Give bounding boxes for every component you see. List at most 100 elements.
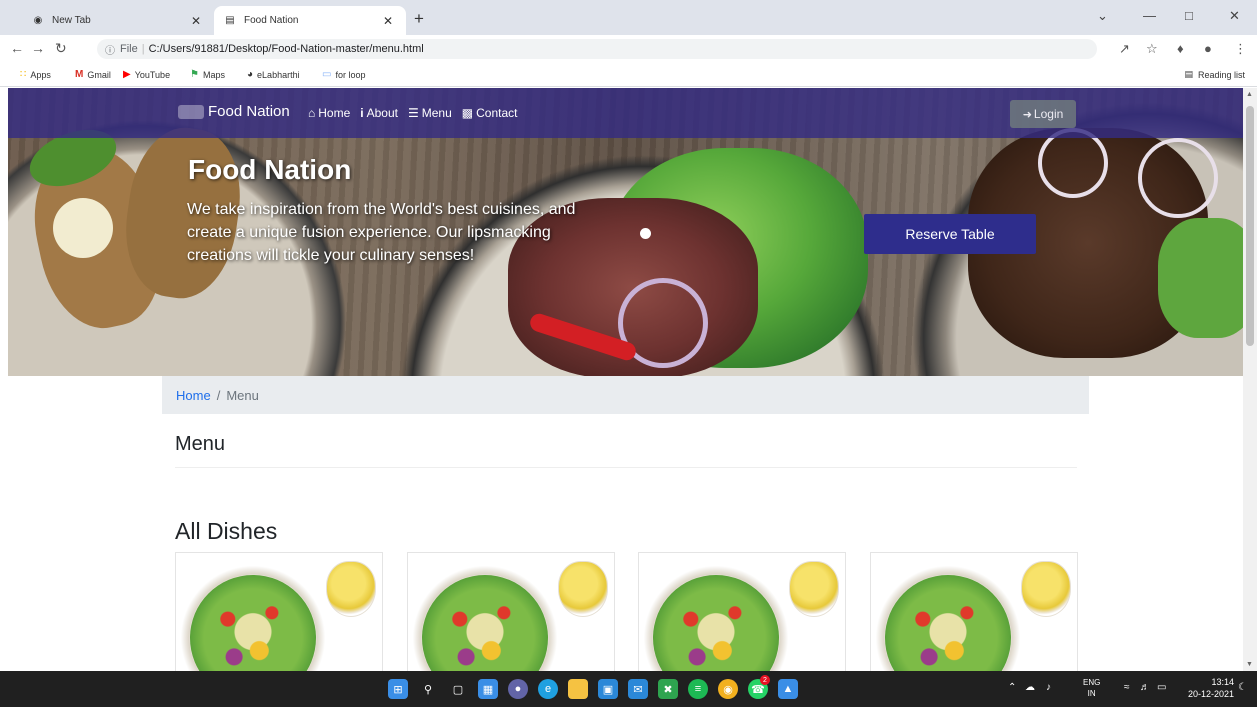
bookmarks-bar: ∷ Apps M Gmail ▶ YouTube ⚑ Maps ◕ eLabha… [0, 63, 1257, 87]
tab-new-tab[interactable]: ◉ New Tab ✕ [22, 6, 214, 35]
store-icon[interactable]: ▣ [598, 679, 618, 699]
nav-contact[interactable]: ▩ Contact [462, 106, 518, 120]
language-indicator[interactable]: ENG IN [1083, 677, 1100, 699]
bookmark-youtube[interactable]: ▶ YouTube [123, 69, 170, 80]
tab-food-nation[interactable]: ▤ Food Nation ✕ [214, 6, 406, 35]
battery-icon[interactable]: ▭ [1157, 682, 1166, 693]
clock-date: 20-12-2021 [1188, 689, 1235, 699]
mail-icon[interactable]: ✉ [628, 679, 648, 699]
bookmark-gmail[interactable]: M Gmail [75, 69, 111, 80]
home-icon: ⌂ [308, 106, 316, 120]
forward-arrow-icon[interactable]: → [31, 40, 45, 56]
login-button[interactable]: ➜ Login [1010, 100, 1076, 128]
widgets-icon[interactable]: ▦ [478, 679, 498, 699]
section-title: All Dishes [175, 518, 278, 544]
brand-logo-icon [178, 104, 204, 119]
nav-label: Menu [421, 106, 452, 120]
nav-about[interactable]: i About [360, 106, 398, 120]
reading-list-icon: ▤ [1184, 69, 1193, 79]
nav-menu[interactable]: ☰ Menu [408, 106, 452, 120]
scrollbar-thumb[interactable] [1246, 106, 1254, 346]
focus-assist-moon-icon[interactable]: ☾ [1238, 682, 1247, 693]
bookmark-for-loop[interactable]: ▭ for loop [322, 69, 365, 80]
dish-card[interactable] [638, 552, 846, 671]
address-separator: | [141, 43, 145, 55]
site-brand[interactable]: Food Nation [178, 103, 290, 120]
reload-icon[interactable]: ↻ [55, 40, 67, 57]
wifi-icon[interactable]: ≈ [1124, 682, 1130, 693]
page-title: Menu [175, 433, 226, 455]
bookmark-maps[interactable]: ⚑ Maps [190, 69, 225, 80]
hero-food-onion-ring [1038, 128, 1108, 198]
microphone-icon[interactable]: ♪ [1046, 682, 1051, 693]
close-tab-icon[interactable]: ✕ [380, 14, 396, 28]
more-menu-icon[interactable]: ⋮ [1234, 41, 1247, 57]
breadcrumb: Home / Menu [162, 376, 1089, 414]
dish-card[interactable] [175, 552, 383, 671]
region-code: IN [1087, 689, 1096, 698]
file-explorer-icon[interactable] [568, 679, 588, 699]
bookmark-star-icon[interactable]: ☆ [1146, 41, 1158, 57]
search-icon[interactable]: ⚲ [418, 679, 438, 699]
site-navbar: Food Nation ⌂ Home i About ☰ Menu ▩ Cont… [8, 88, 1243, 138]
new-tab-plus-icon[interactable]: + [414, 9, 424, 29]
bookmark-label: YouTube [134, 69, 171, 80]
bookmark-apps[interactable]: ∷ Apps [20, 69, 51, 80]
page-scrollbar[interactable]: ▲ ▼ [1243, 88, 1257, 671]
site-nav-links: ⌂ Home i About ☰ Menu ▩ Contact [308, 106, 527, 120]
reserve-table-button[interactable]: Reserve Table [864, 214, 1036, 254]
edge-icon[interactable]: e [538, 679, 558, 699]
tab-search-chevron-icon[interactable]: ⌄ [1097, 8, 1108, 24]
bookmark-elabharthi[interactable]: ◕ eLabharthi [247, 69, 300, 80]
dish-sauce [558, 561, 608, 617]
page-viewport: Food Nation ⌂ Home i About ☰ Menu ▩ Cont… [8, 88, 1243, 671]
close-tab-icon[interactable]: ✕ [188, 14, 204, 28]
system-clock[interactable]: 13:14 20-12-2021 [1188, 676, 1234, 700]
info-icon[interactable]: ⓘ [105, 42, 115, 57]
scroll-up-arrow-icon[interactable]: ▲ [1246, 91, 1253, 98]
cloud-icon[interactable]: ☁ [1025, 682, 1035, 693]
dish-card[interactable] [407, 552, 615, 671]
hero-food-onion-ring [1138, 138, 1218, 218]
profile-avatar-icon[interactable]: ● [1204, 41, 1212, 56]
close-window-icon[interactable]: ✕ [1229, 8, 1240, 24]
dish-card[interactable] [870, 552, 1078, 671]
gmail-icon: M [75, 69, 84, 80]
bookmark-label: Maps [202, 69, 225, 80]
dish-sauce [1021, 561, 1071, 617]
hero-food-greens [1158, 218, 1243, 338]
address-bar[interactable]: ⓘ File | C:/Users/91881/Desktop/Food-Nat… [97, 39, 1097, 59]
nav-label: Contact [476, 106, 518, 120]
task-view-icon[interactable]: ▢ [448, 679, 468, 699]
spotify-icon[interactable]: ≡ [688, 679, 708, 699]
share-icon[interactable]: ↗ [1119, 41, 1130, 57]
chrome-icon[interactable]: ◉ [718, 679, 738, 699]
nav-label: About [366, 106, 398, 120]
login-label: Login [1033, 107, 1064, 121]
hero-tagline: We take inspiration from the World's bes… [187, 201, 576, 264]
brand-name: Food Nation [208, 103, 290, 120]
maximize-icon[interactable]: □ [1185, 8, 1193, 23]
volume-icon[interactable]: ♬ [1140, 682, 1150, 693]
back-arrow-icon[interactable]: ← [10, 40, 24, 56]
minimize-icon[interactable]: — [1143, 8, 1156, 23]
reading-list[interactable]: ▤ Reading list [1184, 69, 1245, 80]
xbox-icon[interactable]: ✖ [658, 679, 678, 699]
site-favicon: ▤ [225, 15, 235, 26]
tray-overflow-icon[interactable]: ⌃ [1008, 682, 1016, 693]
teams-chat-icon[interactable]: ● [508, 679, 528, 699]
hero-food-cream [53, 198, 113, 258]
breadcrumb-home-link[interactable]: Home [176, 388, 211, 403]
windows-start-icon[interactable]: ⊞ [388, 679, 408, 699]
dish-sauce [326, 561, 376, 617]
extensions-puzzle-icon[interactable]: ♦ [1177, 41, 1184, 56]
scroll-down-arrow-icon[interactable]: ▼ [1246, 661, 1253, 668]
tab-title: Food Nation [244, 15, 299, 26]
reading-list-label: Reading list [1197, 69, 1245, 80]
photos-icon[interactable]: ▲ [778, 679, 798, 699]
nav-home[interactable]: ⌂ Home [308, 106, 350, 120]
maps-icon: ⚑ [190, 69, 199, 80]
carousel-indicator[interactable] [640, 228, 651, 239]
address-url[interactable]: C:/Users/91881/Desktop/Food-Nation-maste… [149, 43, 424, 55]
hero-banner: Food Nation ⌂ Home i About ☰ Menu ▩ Cont… [8, 88, 1243, 376]
